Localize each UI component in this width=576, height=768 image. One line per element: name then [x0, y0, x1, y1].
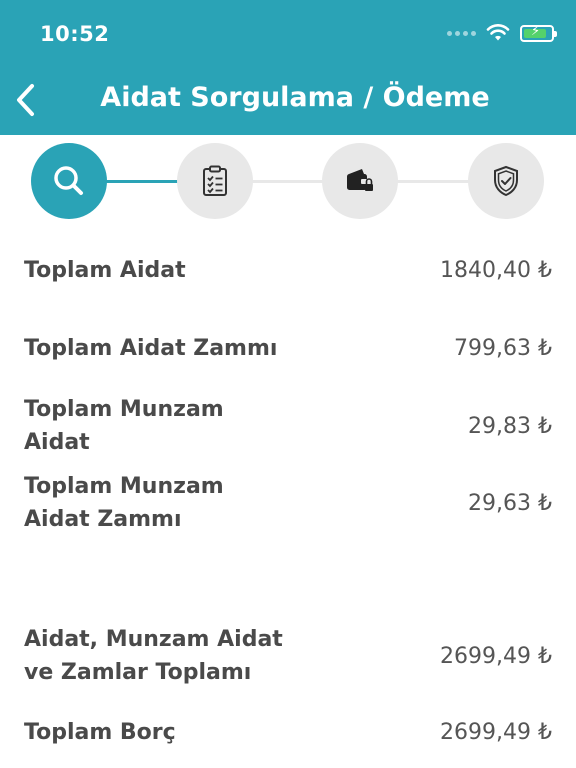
status-time: 10:52 [40, 22, 110, 46]
signal-icon [447, 30, 476, 36]
row-value: 29,83 ₺ [468, 413, 552, 439]
progress-stepper [0, 135, 576, 230]
app-header: 10:52 ⚡ Aidat Sorgulama / Ödeme [0, 0, 576, 135]
list-item: Toplam Munzam Aidat 29,83 ₺ [24, 393, 552, 459]
step-summary[interactable] [177, 143, 253, 219]
list-item: Toplam Munzam Aidat Zammı 29,63 ₺ [24, 470, 552, 536]
row-value: 2699,49 ₺ [440, 643, 552, 669]
row-label: Toplam Aidat Zammı [24, 336, 278, 361]
shield-check-icon [494, 165, 518, 197]
search-icon [54, 166, 83, 195]
row-label: Toplam Munzam Aidat [24, 397, 224, 455]
step-search[interactable] [31, 143, 107, 219]
row-value: 799,63 ₺ [454, 336, 552, 361]
step-connector-1 [100, 180, 185, 183]
row-value: 1840,40 ₺ [440, 258, 552, 283]
row-label: Toplam Munzam Aidat Zammı [24, 474, 224, 532]
list-item: Toplam Aidat Zammı 799,63 ₺ [24, 332, 552, 365]
list-item: Aidat, Munzam Aidat ve Zamlar Toplamı 26… [24, 623, 552, 689]
status-icons: ⚡ [447, 24, 557, 42]
step-connector-3 [395, 180, 475, 183]
list-item: Toplam Aidat 1840,40 ₺ [24, 254, 552, 287]
wallet-lock-icon [347, 169, 373, 191]
list-item: Toplam Borç 2699,49 ₺ [24, 716, 552, 749]
step-connector-2 [250, 180, 330, 183]
row-label: Toplam Borç [24, 720, 176, 745]
wifi-icon [486, 24, 510, 41]
clipboard-checklist-icon [203, 165, 227, 196]
row-label: Toplam Aidat [24, 258, 186, 283]
page-title: Aidat Sorgulama / Ödeme [100, 82, 490, 113]
row-value: 2699,49 ₺ [440, 720, 552, 745]
row-value: 29,63 ₺ [468, 490, 552, 516]
row-label: Aidat, Munzam Aidat ve Zamlar Toplamı [24, 627, 283, 685]
step-confirm[interactable] [468, 143, 544, 219]
battery-icon: ⚡ [520, 24, 557, 42]
step-payment[interactable] [322, 143, 398, 219]
